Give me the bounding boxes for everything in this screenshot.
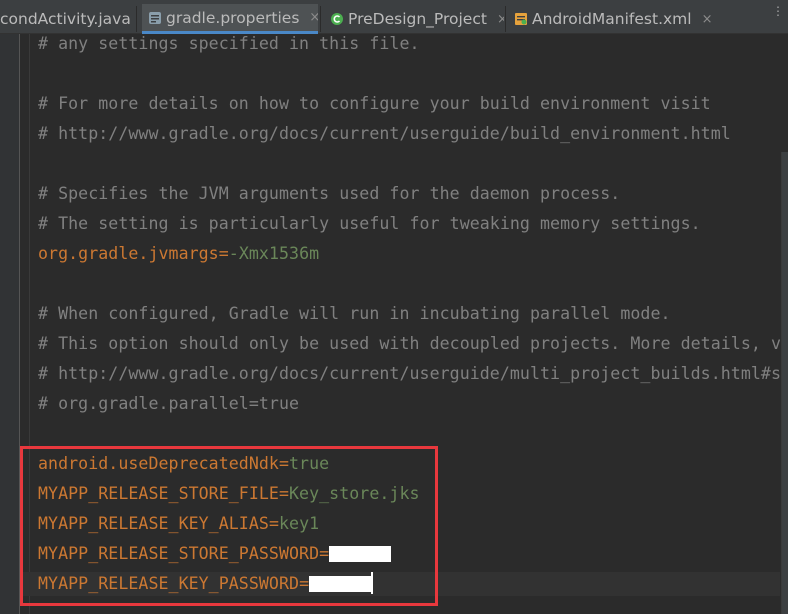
comment-line[interactable]: # Specifies the JVM arguments used for t… — [38, 182, 620, 206]
property-line[interactable]: MYAPP_RELEASE_STORE_PASSWORD= — [38, 542, 392, 566]
property-line[interactable]: org.gradle.jvmargs=-Xmx1536m — [38, 242, 319, 266]
tab-second-activity-java[interactable]: condActivity.java × — [0, 4, 132, 34]
comment-text: # For more details on how to configure y… — [38, 94, 711, 113]
tab-label: condActivity.java — [0, 10, 131, 28]
comment-line[interactable]: # The setting is particularly useful for… — [38, 212, 701, 236]
property-key: MYAPP_RELEASE_KEY_ALIAS — [38, 514, 269, 533]
comment-line[interactable]: # This option should only be used with d… — [38, 332, 780, 356]
tab-android-manifest[interactable]: AndroidManifest.xml × — [508, 4, 744, 34]
close-icon[interactable]: × — [702, 12, 713, 27]
comment-line[interactable]: # any settings specified in this file. — [38, 34, 420, 56]
property-value: -Xmx1536m — [228, 244, 320, 263]
editor-tab-bar: condActivity.java × gradle.properties × — [0, 0, 788, 34]
comment-line[interactable]: # org.gradle.parallel=true — [38, 392, 299, 416]
property-value: key1 — [278, 514, 320, 533]
close-icon[interactable]: × — [497, 12, 504, 27]
tab-divider — [320, 6, 321, 32]
code-editor[interactable]: # any settings specified in this file. # … — [20, 34, 780, 614]
comment-text: # http://www.gradle.org/docs/current/use… — [38, 124, 731, 143]
property-line[interactable]: MYAPP_RELEASE_STORE_FILE=Key_store.jks — [38, 482, 420, 506]
property-equals: = — [268, 514, 279, 533]
comment-line[interactable]: # http://www.gradle.org/docs/current/use… — [38, 122, 731, 146]
tab-label: PreDesign_Project — [348, 10, 487, 28]
vertical-scrollbar[interactable] — [780, 34, 788, 614]
property-key: MYAPP_RELEASE_STORE_PASSWORD — [38, 544, 320, 563]
property-key: MYAPP_RELEASE_STORE_FILE — [38, 484, 279, 503]
tab-divider — [136, 6, 137, 32]
text-caret — [371, 572, 374, 594]
gradle-module-icon — [330, 12, 344, 26]
tab-predesign-project[interactable]: PreDesign_Project × — [324, 4, 504, 34]
property-equals: = — [278, 454, 290, 473]
comment-text: # When configured, Gradle will run in in… — [38, 304, 671, 323]
redacted-value — [329, 546, 392, 562]
property-key: org.gradle.jvmargs — [38, 244, 219, 263]
comment-text: # http://www.gradle.org/docs/current/use… — [38, 364, 780, 383]
property-equals: = — [218, 244, 229, 263]
comment-text: # This option should only be used with d… — [38, 334, 780, 353]
property-equals: = — [278, 484, 290, 503]
property-value: Key_store.jks — [289, 484, 420, 503]
comment-line[interactable]: # When configured, Gradle will run in in… — [38, 302, 671, 326]
property-line[interactable]: MYAPP_RELEASE_KEY_PASSWORD= — [20, 572, 780, 596]
property-line[interactable]: MYAPP_RELEASE_KEY_ALIAS=key1 — [38, 512, 319, 536]
property-value: true — [289, 454, 330, 473]
scrollbar-thumb[interactable] — [781, 152, 788, 614]
gradle-properties-icon — [148, 11, 162, 25]
ide-window: condActivity.java × gradle.properties × — [0, 0, 788, 614]
xml-manifest-icon — [514, 12, 528, 26]
property-key: android.useDeprecatedNdk — [38, 454, 279, 473]
property-equals: = — [319, 544, 330, 563]
comment-line[interactable]: # For more details on how to configure y… — [38, 92, 711, 116]
tab-divider — [505, 6, 506, 32]
close-icon[interactable]: × — [309, 10, 318, 25]
redacted-value — [309, 576, 372, 592]
editor-gutter — [0, 34, 20, 614]
comment-text: # Specifies the JVM arguments used for t… — [38, 184, 621, 203]
property-equals: = — [299, 574, 310, 593]
tab-gradle-properties[interactable]: gradle.properties × — [142, 4, 318, 34]
tab-label: gradle.properties — [166, 8, 300, 27]
comment-line[interactable]: # http://www.gradle.org/docs/current/use… — [38, 362, 780, 386]
property-line[interactable]: android.useDeprecatedNdk=true — [38, 452, 329, 476]
comment-text: # The setting is particularly useful for… — [38, 214, 701, 233]
property-key: MYAPP_RELEASE_KEY_PASSWORD — [38, 574, 300, 593]
comment-text: # org.gradle.parallel=true — [38, 394, 300, 413]
comment-text: # any settings specified in this file. — [38, 34, 420, 53]
tab-label: AndroidManifest.xml — [532, 10, 692, 28]
